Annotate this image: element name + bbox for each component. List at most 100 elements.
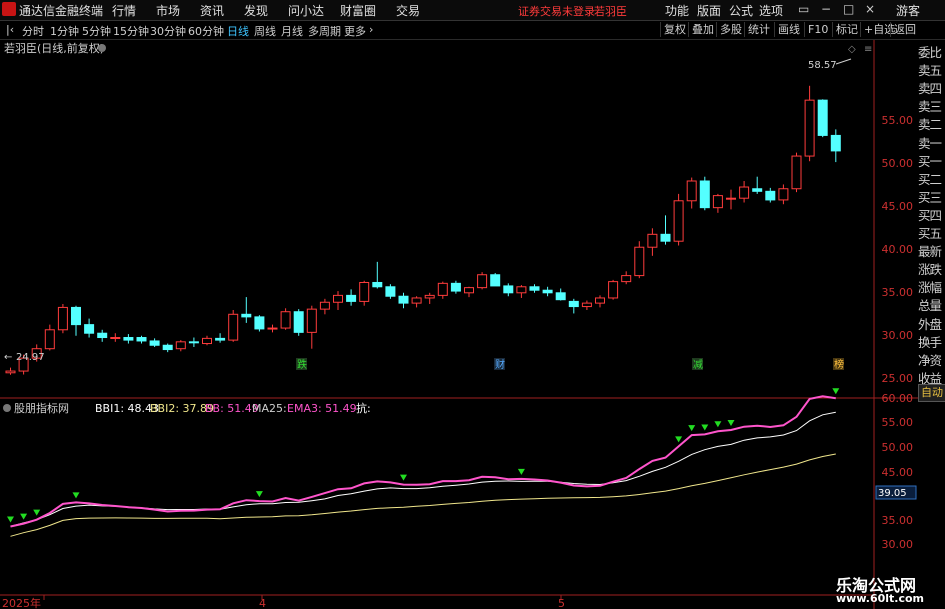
candle[interactable]	[71, 306, 81, 326]
candle[interactable]	[752, 188, 763, 192]
candle[interactable]	[490, 274, 501, 287]
event-marker-bang[interactable]: 榜	[834, 358, 844, 371]
candle[interactable]	[817, 99, 828, 136]
candle[interactable]	[5, 370, 16, 374]
auto-button[interactable]: 自动	[918, 384, 945, 402]
candle[interactable]	[621, 275, 632, 283]
candle[interactable]	[464, 287, 474, 294]
candle[interactable]	[555, 292, 566, 301]
candle[interactable]	[778, 188, 789, 201]
candle[interactable]	[228, 313, 239, 341]
menu-shichang[interactable]: 市场	[156, 2, 180, 19]
candle[interactable]	[385, 286, 396, 297]
tool-f10[interactable]: F10	[804, 22, 831, 37]
candle[interactable]	[202, 337, 212, 345]
chevron-right-icon[interactable]: ›	[369, 23, 373, 36]
title-settings-icon[interactable]	[98, 44, 106, 52]
minimize-icon[interactable]: −	[821, 2, 831, 16]
menu-gongneng[interactable]: 功能	[665, 2, 689, 19]
candle[interactable]	[529, 286, 540, 291]
candle[interactable]	[516, 286, 527, 294]
candle[interactable]	[726, 197, 736, 200]
candle[interactable]	[398, 295, 409, 304]
candle[interactable]	[175, 341, 186, 350]
candle[interactable]	[254, 316, 265, 330]
period-daily[interactable]: 日线	[227, 23, 249, 39]
event-marker-die[interactable]: 跌	[297, 358, 307, 371]
candle[interactable]	[712, 195, 723, 209]
candle[interactable]	[568, 300, 579, 308]
side-panel-item[interactable]: 卖三	[918, 98, 945, 116]
side-panel-item[interactable]: 卖二	[918, 116, 945, 134]
side-panel-item[interactable]: 卖五	[918, 62, 945, 80]
side-panel-item[interactable]: 涨跌	[918, 261, 945, 279]
candle[interactable]	[319, 301, 330, 310]
hamburger-icon[interactable]: ≡	[864, 44, 872, 55]
candle[interactable]	[372, 281, 383, 288]
candle[interactable]	[581, 302, 592, 308]
tool-back[interactable]: 返回	[890, 22, 919, 37]
candle[interactable]	[57, 306, 68, 331]
tool-duogu[interactable]: 多股	[716, 22, 745, 37]
candle[interactable]	[123, 337, 134, 341]
menu-banmian[interactable]: 版面	[697, 2, 721, 19]
event-marker-jian[interactable]: 减	[693, 359, 703, 371]
candle[interactable]	[267, 327, 278, 330]
tool-biaoji[interactable]: 标记	[832, 22, 861, 37]
tool-fuquan[interactable]: 复权	[660, 22, 689, 37]
candle[interactable]	[595, 297, 605, 304]
candle[interactable]	[634, 246, 645, 277]
candle[interactable]	[346, 294, 357, 302]
period-5min[interactable]: 5分钟	[82, 23, 111, 39]
candle[interactable]	[699, 180, 710, 209]
arrow-left-icon[interactable]: |‹	[6, 23, 14, 36]
indicator-settings-icon[interactable]	[3, 404, 11, 412]
candle[interactable]	[450, 282, 461, 292]
period-60min[interactable]: 60分钟	[188, 23, 224, 39]
candle[interactable]	[686, 180, 697, 202]
candle[interactable]	[44, 329, 55, 350]
candle[interactable]	[333, 294, 343, 303]
candle[interactable]	[306, 308, 317, 333]
candle[interactable]	[97, 332, 108, 339]
candle[interactable]	[503, 285, 514, 294]
candle[interactable]	[424, 294, 435, 299]
candle[interactable]	[542, 289, 553, 294]
maximize-icon[interactable]: □	[843, 2, 854, 16]
tool-tongji[interactable]: 统计	[744, 22, 773, 37]
candle[interactable]	[647, 233, 658, 248]
candle[interactable]	[188, 341, 199, 344]
kline-chart[interactable]: 若羽臣(日线,前复权) ◇ ≡ 55.00 50.00 45.00 40.00 …	[0, 40, 918, 609]
candle[interactable]	[359, 281, 370, 302]
candle[interactable]	[110, 337, 121, 340]
menu-faxian[interactable]: 发现	[244, 2, 268, 19]
side-panel-item[interactable]: 买四	[918, 207, 945, 225]
candle[interactable]	[765, 190, 776, 201]
menu-wenxiaoda[interactable]: 问小达	[288, 2, 324, 19]
event-marker-cai[interactable]: 财	[495, 358, 505, 371]
menu-jiaoyi[interactable]: 交易	[396, 2, 420, 19]
candle[interactable]	[660, 233, 671, 242]
candle[interactable]	[280, 311, 291, 329]
close-icon[interactable]: ×	[865, 2, 875, 16]
side-panel-item[interactable]: 最新	[918, 243, 945, 261]
side-panel-item[interactable]: 净资	[918, 352, 945, 370]
candle[interactable]	[830, 134, 841, 152]
candle[interactable]	[149, 340, 160, 346]
indicator-name[interactable]: 股朋指标网	[14, 401, 69, 415]
side-panel-item[interactable]: 买五	[918, 225, 945, 243]
side-panel-item[interactable]: 卖四	[918, 80, 945, 98]
side-panel-item[interactable]: 买三	[918, 189, 945, 207]
candle[interactable]	[791, 155, 802, 190]
candle[interactable]	[739, 186, 750, 199]
side-panel-item[interactable]: 外盘	[918, 316, 945, 334]
candle[interactable]	[804, 99, 815, 157]
side-panel-item[interactable]: 涨幅	[918, 279, 945, 297]
candle[interactable]	[84, 324, 95, 334]
side-panel-item[interactable]: 买一	[918, 153, 945, 171]
candle[interactable]	[293, 311, 304, 333]
side-panel-item[interactable]: 买二	[918, 171, 945, 189]
period-fenshi[interactable]: 分时	[22, 23, 44, 39]
window-icon[interactable]: ▭	[798, 2, 809, 16]
period-1min[interactable]: 1分钟	[50, 23, 79, 39]
